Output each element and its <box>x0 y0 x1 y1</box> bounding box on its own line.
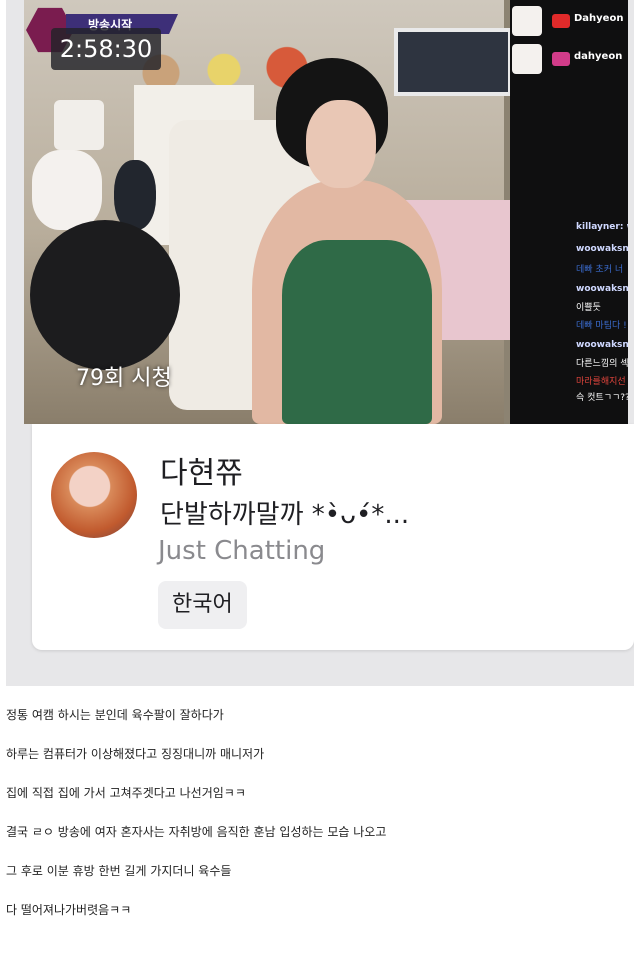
post-line: 집에 직접 집에 가서 고쳐주겟다고 나선거임ㅋㅋ <box>6 786 246 800</box>
chibi-avatar-icon <box>54 100 104 150</box>
chat-line: 데빠 초커 너 <box>576 265 624 275</box>
post-line: 다 떨어져나가버렷음ㅋㅋ <box>6 903 132 917</box>
chat-line: 다른느낌의 섹시 <box>576 359 628 369</box>
streamer-face-image <box>306 100 376 188</box>
stream-title[interactable]: 단발하까말까 *•̀ᴗ•́*... <box>160 494 409 531</box>
chibi-avatar-icon <box>512 6 542 36</box>
instagram-handle: dahyeon <box>574 51 623 62</box>
chat-line: 데빠 마팀다 ! <box>576 321 627 331</box>
post-line: 그 후로 이분 휴방 한번 길게 가지더니 육수들 <box>6 864 232 878</box>
post-line: 결국 ㄹㅇ 방송에 여자 혼자사는 자취방에 음직한 훈남 입성하는 모습 나오… <box>6 825 387 839</box>
chat-line: killayner: w <box>576 222 628 232</box>
language-tag[interactable]: 한국어 <box>158 581 247 629</box>
chat-line: 슥 컷트ㄱㄱ?? <box>576 393 628 403</box>
streamer-name[interactable]: 다현쮸 <box>160 448 243 492</box>
sns-youtube-row: Dahyeon <box>510 4 628 38</box>
view-count: 79회 시청 <box>76 366 172 391</box>
ring-light-image <box>30 220 180 370</box>
chibi-avatar-icon <box>512 44 542 74</box>
stream-uptime: 2:58:30 <box>51 28 161 70</box>
plush-bear-image <box>32 150 102 230</box>
stream-info-card[interactable]: 다현쮸 단발하까말까 *•̀ᴗ•́*... Just Chatting 한국어 <box>32 424 634 650</box>
chat-line: 이쁠듯 <box>576 303 601 313</box>
youtube-handle: Dahyeon <box>574 13 624 24</box>
chat-line: 마라를해지선 저 <box>576 377 628 387</box>
sns-instagram-row: dahyeon <box>510 42 628 76</box>
youtube-icon <box>552 14 570 28</box>
stream-category[interactable]: Just Chatting <box>158 536 325 566</box>
streamer-dress-image <box>282 240 432 424</box>
plush-penguin-image <box>114 160 156 230</box>
instagram-icon <box>552 52 570 66</box>
post-line: 하루는 컴퓨터가 이상해졌다고 징징대니까 매니저가 <box>6 747 265 761</box>
tv-image <box>394 28 512 96</box>
post-line: 정통 여캠 하시는 분인데 육수팔이 잘하다가 <box>6 708 224 722</box>
chat-line: woowaksniper <box>576 284 628 294</box>
chat-line: woowaksniper <box>576 244 628 254</box>
chat-overlay: Dahyeon dahyeon killayner: w woowaksnipe… <box>510 0 628 424</box>
chat-line: woowaksniper <box>576 340 628 350</box>
streamer-avatar[interactable] <box>51 452 137 538</box>
